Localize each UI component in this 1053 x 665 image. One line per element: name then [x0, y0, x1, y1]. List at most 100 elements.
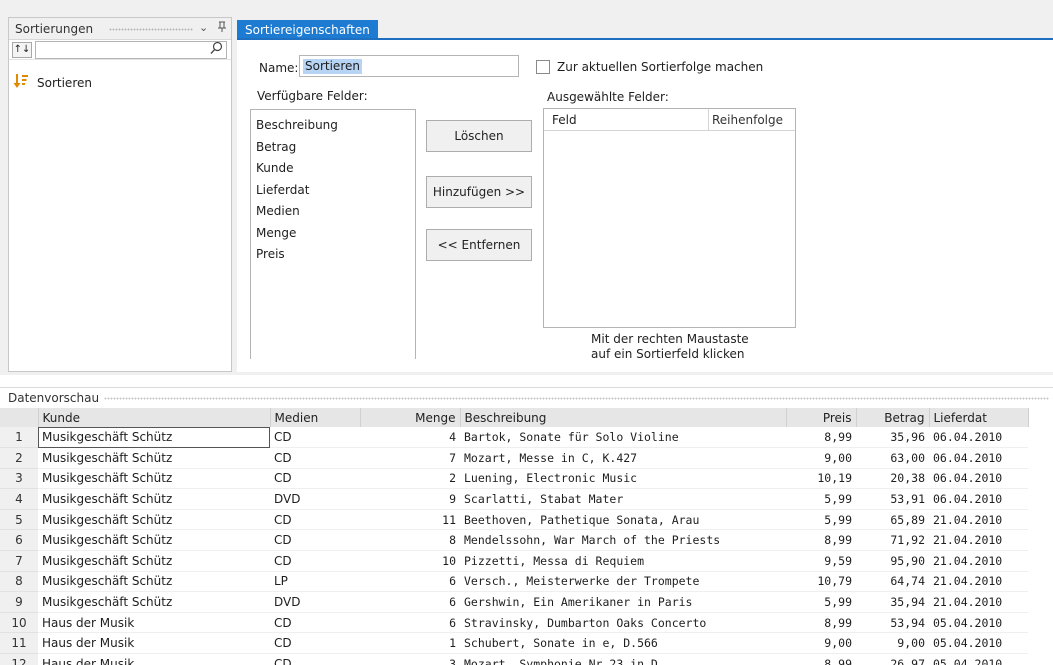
- column-header-lieferdat[interactable]: Lieferdat: [929, 408, 1029, 427]
- column-header-betrag[interactable]: Betrag: [856, 408, 930, 427]
- cell-preis[interactable]: 9,59: [786, 550, 856, 572]
- cell-preis[interactable]: 5,99: [786, 591, 856, 613]
- row-number-cell[interactable]: 10: [0, 612, 38, 634]
- cell-beschreibung[interactable]: Beethoven, Pathetique Sonata, Arau: [460, 509, 786, 531]
- available-field-item[interactable]: Kunde: [256, 158, 415, 180]
- cell-kunde[interactable]: Musikgeschäft Schütz: [38, 447, 270, 469]
- drag-grip[interactable]: [104, 397, 1049, 400]
- available-fields-list[interactable]: Beschreibung Betrag Kunde Lieferdat Medi…: [250, 109, 416, 359]
- row-number-cell[interactable]: 1: [0, 427, 38, 449]
- cell-betrag[interactable]: 65,89: [856, 509, 929, 531]
- row-number-cell[interactable]: 12: [0, 653, 38, 665]
- row-number-header[interactable]: [0, 408, 39, 427]
- cell-lieferdat[interactable]: 21.04.2010: [929, 571, 1028, 593]
- cell-preis[interactable]: 5,99: [786, 488, 856, 510]
- row-number-cell[interactable]: 11: [0, 632, 38, 655]
- cell-betrag[interactable]: 53,91: [856, 488, 929, 510]
- cell-menge[interactable]: 10: [360, 550, 460, 572]
- cell-preis[interactable]: 8,99: [786, 427, 856, 449]
- sortings-list-item[interactable]: Sortieren: [13, 72, 92, 94]
- cell-beschreibung[interactable]: Versch., Meisterwerke der Trompete: [460, 571, 786, 593]
- column-header-field[interactable]: Feld: [552, 113, 577, 127]
- pin-icon[interactable]: [217, 21, 227, 36]
- available-field-item[interactable]: Betrag: [256, 137, 415, 159]
- cell-lieferdat[interactable]: 21.04.2010: [929, 529, 1028, 552]
- cell-medien[interactable]: CD: [270, 632, 360, 655]
- cell-preis[interactable]: 9,00: [786, 632, 856, 655]
- cell-kunde[interactable]: Haus der Musik: [38, 653, 270, 665]
- cell-lieferdat[interactable]: 21.04.2010: [929, 550, 1028, 572]
- cell-preis[interactable]: 10,79: [786, 571, 856, 593]
- make-current-sort-label[interactable]: Zur aktuellen Sortierfolge machen: [557, 60, 763, 74]
- cell-kunde[interactable]: Musikgeschäft Schütz: [38, 509, 270, 531]
- cell-lieferdat[interactable]: 05.04.2010: [929, 632, 1028, 655]
- add-button[interactable]: Hinzufügen >>: [426, 176, 532, 208]
- cell-lieferdat[interactable]: 06.04.2010: [929, 468, 1028, 490]
- cell-preis[interactable]: 9,00: [786, 447, 856, 469]
- cell-beschreibung[interactable]: Pizzetti, Messa di Requiem: [460, 550, 786, 572]
- table-row[interactable]: 8 Musikgeschäft Schütz LP 6 Versch., Meister…: [0, 571, 1028, 593]
- row-number-cell[interactable]: 3: [0, 468, 38, 490]
- cell-preis[interactable]: 8,99: [786, 612, 856, 634]
- cell-betrag[interactable]: 64,74: [856, 571, 929, 593]
- drag-grip[interactable]: [109, 28, 193, 31]
- table-row[interactable]: 4 Musikgeschäft Schütz DVD 9 Scarlatti, Stab…: [0, 488, 1028, 510]
- cell-menge[interactable]: 3: [360, 653, 460, 665]
- cell-preis[interactable]: 8,99: [786, 653, 856, 665]
- column-header-order[interactable]: Reihenfolge: [712, 113, 792, 127]
- cell-lieferdat[interactable]: 21.04.2010: [929, 591, 1028, 613]
- cell-betrag[interactable]: 35,94: [856, 591, 929, 613]
- cell-kunde[interactable]: Musikgeschäft Schütz: [38, 550, 270, 572]
- cell-beschreibung[interactable]: Mozart, Messe in C, K.427: [460, 447, 786, 469]
- cell-medien[interactable]: CD: [270, 447, 360, 469]
- cell-menge[interactable]: 6: [360, 612, 460, 634]
- selected-fields-list[interactable]: Feld Reihenfolge: [543, 108, 796, 328]
- cell-beschreibung[interactable]: Scarlatti, Stabat Mater: [460, 488, 786, 510]
- cell-betrag[interactable]: 26,97: [856, 653, 929, 665]
- cell-lieferdat[interactable]: 06.04.2010: [929, 488, 1028, 510]
- search-icon[interactable]: [210, 41, 223, 59]
- cell-lieferdat[interactable]: 06.04.2010: [929, 427, 1028, 449]
- cell-kunde[interactable]: Haus der Musik: [38, 632, 270, 655]
- row-number-cell[interactable]: 8: [0, 571, 38, 593]
- cell-kunde[interactable]: Musikgeschäft Schütz: [38, 468, 270, 490]
- cell-lieferdat[interactable]: 06.04.2010: [929, 447, 1028, 469]
- remove-button[interactable]: << Entfernen: [426, 229, 532, 261]
- cell-menge[interactable]: 4: [360, 427, 460, 449]
- cell-betrag[interactable]: 9,00: [856, 632, 929, 655]
- cell-preis[interactable]: 8,99: [786, 529, 856, 552]
- table-row[interactable]: 7 Musikgeschäft Schütz CD 10 Pizzetti, Messa…: [0, 550, 1028, 572]
- cell-menge[interactable]: 9: [360, 488, 460, 510]
- column-header-menge[interactable]: Menge: [360, 408, 461, 427]
- table-row[interactable]: 9 Musikgeschäft Schütz DVD 6 Gershwin, Ein A…: [0, 591, 1028, 613]
- cell-menge[interactable]: 6: [360, 591, 460, 613]
- row-number-cell[interactable]: 7: [0, 550, 38, 572]
- cell-menge[interactable]: 11: [360, 509, 460, 531]
- cell-medien[interactable]: DVD: [270, 488, 360, 510]
- cell-medien[interactable]: CD: [270, 612, 360, 634]
- available-field-item[interactable]: Menge: [256, 223, 415, 245]
- sort-order-toggle-button[interactable]: ↑↓: [12, 42, 32, 58]
- sortings-search-input[interactable]: [35, 41, 227, 59]
- cell-kunde[interactable]: Musikgeschäft Schütz: [38, 529, 270, 552]
- cell-betrag[interactable]: 63,00: [856, 447, 929, 469]
- cell-menge[interactable]: 2: [360, 468, 460, 490]
- table-row[interactable]: 5 Musikgeschäft Schütz CD 11 Beethoven, Path…: [0, 509, 1028, 531]
- column-header-preis[interactable]: Preis: [786, 408, 857, 427]
- name-input[interactable]: Sortieren: [299, 55, 519, 77]
- cell-medien[interactable]: CD: [270, 653, 360, 665]
- cell-menge[interactable]: 7: [360, 447, 460, 469]
- cell-medien[interactable]: CD: [270, 468, 360, 490]
- cell-betrag[interactable]: 53,94: [856, 612, 929, 634]
- chevron-down-icon[interactable]: ⌄: [199, 21, 208, 34]
- table-row[interactable]: 3 Musikgeschäft Schütz CD 2 Luening, Electro…: [0, 468, 1028, 490]
- table-row[interactable]: 11 Haus der Musik CD 1 Schubert, Sonate in e…: [0, 632, 1028, 655]
- cell-medien[interactable]: CD: [270, 509, 360, 531]
- cell-beschreibung[interactable]: Luening, Electronic Music: [460, 468, 786, 490]
- cell-medien[interactable]: CD: [270, 529, 360, 552]
- cell-beschreibung[interactable]: Mendelssohn, War March of the Priests: [460, 529, 786, 552]
- cell-medien[interactable]: CD: [270, 550, 360, 572]
- cell-beschreibung[interactable]: Mozart, Symphonie Nr.23 in D: [460, 653, 786, 665]
- cell-preis[interactable]: 5,99: [786, 509, 856, 531]
- column-header-beschreibung[interactable]: Beschreibung: [460, 408, 787, 427]
